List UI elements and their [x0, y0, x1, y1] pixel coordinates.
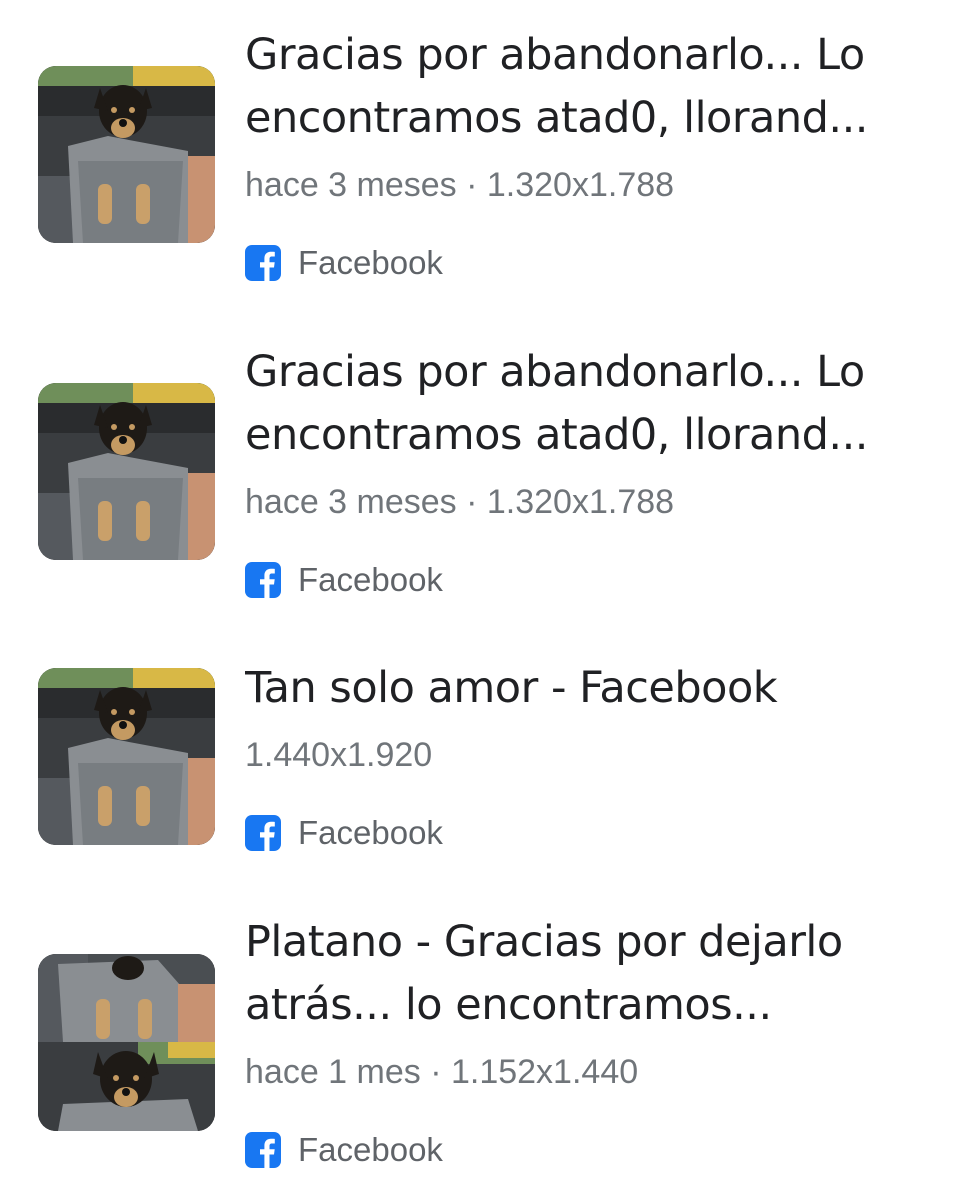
search-result[interactable]: Gracias por abandonarlo... Lo encontramo…	[0, 300, 963, 630]
puppy-thumbnail[interactable]	[38, 66, 215, 243]
result-title-line-2[interactable]: atrás... lo encontramos...	[245, 974, 945, 1037]
result-title-line-2[interactable]: encontramos atad0, llorand...	[245, 404, 945, 467]
result-title-line-1[interactable]: Gracias por abandonarlo... Lo	[245, 341, 945, 404]
puppy-thumbnail[interactable]	[38, 383, 215, 560]
puppy-thumbnail[interactable]	[38, 668, 215, 845]
result-meta: 1.440x1.920	[245, 736, 433, 774]
search-result[interactable]: Tan solo amor - Facebook 1.440x1.920 Fac…	[0, 630, 963, 890]
source-name: Facebook	[298, 244, 443, 281]
result-title-line-1[interactable]: Tan solo amor - Facebook	[245, 657, 945, 720]
result-meta: hace 1 mes · 1.152x1.440	[245, 1053, 639, 1091]
result-title-line-1[interactable]: Gracias por abandonarlo... Lo	[245, 24, 945, 87]
result-meta: hace 3 meses · 1.320x1.788	[245, 483, 675, 521]
puppy-collage-thumbnail[interactable]	[38, 954, 215, 1131]
result-source[interactable]: Facebook	[245, 813, 443, 853]
source-name: Facebook	[298, 1131, 443, 1168]
result-meta: hace 3 meses · 1.320x1.788	[245, 166, 675, 204]
result-title-line-2[interactable]: encontramos atad0, llorand...	[245, 87, 945, 150]
search-result[interactable]: Platano - Gracias por dejarlo atrás... l…	[0, 890, 963, 1200]
facebook-icon	[245, 815, 281, 851]
result-title-line-1[interactable]: Platano - Gracias por dejarlo	[245, 911, 945, 974]
search-result[interactable]: Gracias por abandonarlo... Lo encontramo…	[0, 0, 963, 300]
facebook-icon	[245, 245, 281, 281]
source-name: Facebook	[298, 561, 443, 598]
source-name: Facebook	[298, 814, 443, 851]
result-source[interactable]: Facebook	[245, 560, 443, 600]
facebook-icon	[245, 1132, 281, 1168]
facebook-icon	[245, 562, 281, 598]
result-source[interactable]: Facebook	[245, 243, 443, 283]
result-source[interactable]: Facebook	[245, 1130, 443, 1170]
